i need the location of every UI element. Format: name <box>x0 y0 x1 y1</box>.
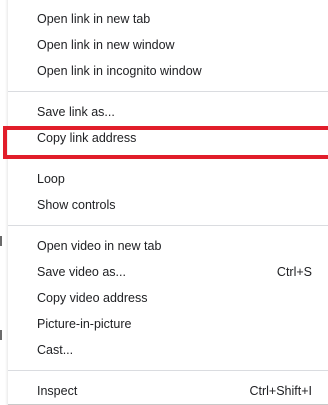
menu-item-label: Open link in new window <box>37 38 175 52</box>
menu-item-label: Open link in incognito window <box>37 64 202 78</box>
menu-item-open-video-new-tab[interactable]: Open video in new tab <box>8 233 328 259</box>
menu-separator <box>8 225 328 226</box>
menu-item-label: Save video as... <box>37 265 126 279</box>
menu-item-open-link-new-window[interactable]: Open link in new window <box>8 32 328 58</box>
menu-item-save-video-as[interactable]: Save video as... Ctrl+S <box>8 259 328 285</box>
page: Open link in new tab Open link in new wi… <box>0 0 328 405</box>
menu-separator <box>8 91 328 92</box>
menu-item-label: Loop <box>37 172 65 186</box>
background-edge-mark <box>0 236 2 246</box>
menu-item-picture-in-picture[interactable]: Picture-in-picture <box>8 311 328 337</box>
menu-item-label: Cast... <box>37 343 74 357</box>
menu-item-shortcut: Ctrl+Shift+I <box>249 384 312 398</box>
menu-item-loop[interactable]: Loop <box>8 166 328 192</box>
menu-item-copy-link-address[interactable]: Copy link address <box>8 125 328 151</box>
menu-item-label: Copy link address <box>37 131 137 145</box>
context-menu: Open link in new tab Open link in new wi… <box>8 0 328 405</box>
menu-item-label: Show controls <box>37 198 116 212</box>
menu-item-label: Save link as... <box>37 105 115 119</box>
menu-item-label: Inspect <box>37 384 78 398</box>
menu-item-label: Copy video address <box>37 291 148 305</box>
menu-separator <box>8 158 328 159</box>
background-edge-mark <box>0 330 2 340</box>
menu-item-save-link-as[interactable]: Save link as... <box>8 99 328 125</box>
menu-item-inspect[interactable]: Inspect Ctrl+Shift+I <box>8 378 328 404</box>
menu-item-open-link-new-tab[interactable]: Open link in new tab <box>8 6 328 32</box>
menu-item-label: Open video in new tab <box>37 239 162 253</box>
menu-item-label: Open link in new tab <box>37 12 151 26</box>
menu-item-label: Picture-in-picture <box>37 317 132 331</box>
menu-item-copy-video-address[interactable]: Copy video address <box>8 285 328 311</box>
menu-item-shortcut: Ctrl+S <box>276 265 312 279</box>
menu-item-show-controls[interactable]: Show controls <box>8 192 328 218</box>
menu-separator <box>8 370 328 371</box>
menu-item-open-link-incognito[interactable]: Open link in incognito window <box>8 58 328 84</box>
menu-item-cast[interactable]: Cast... <box>8 337 328 363</box>
